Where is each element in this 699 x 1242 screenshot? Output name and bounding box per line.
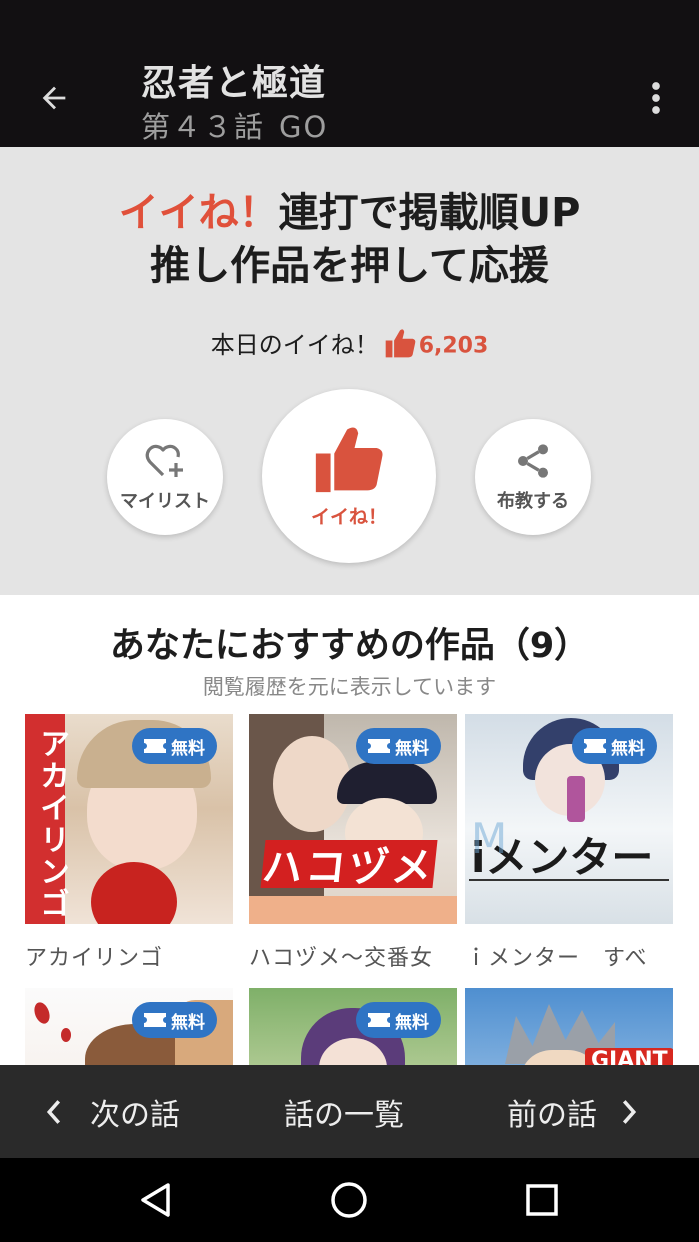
cover-image: アカイリンゴ 無料 (25, 714, 233, 924)
recommendation-card[interactable]: iメンター M 無料 ｉメンター すべ (465, 714, 673, 972)
episode-list-label: 話の一覧 (284, 1097, 404, 1133)
free-badge: 無料 (132, 728, 217, 764)
episode-number: 第４３話 (141, 110, 266, 144)
badge-label: 無料 (611, 738, 645, 759)
free-badge: 無料 (356, 728, 441, 764)
today-like-count: 6,203 (418, 333, 489, 359)
episode-navigation: 次の話 話の一覧 前の話 (0, 1065, 699, 1158)
card-title: ハコヅメ〜交番女 (249, 946, 434, 971)
back-button[interactable] (30, 74, 78, 122)
system-navigation-bar (0, 1158, 699, 1242)
badge-label: 無料 (171, 1012, 205, 1033)
ticket-icon (584, 739, 606, 753)
free-badge: 無料 (356, 1002, 441, 1038)
episode-subtitle: 第４３話 GO (141, 104, 328, 146)
like-headline: イイね！連打で掲載順UP 推し作品を押して応援 (0, 187, 699, 293)
like-panel: イイね！連打で掲載順UP 推し作品を押して応援 本日のイイね！ 6,203 マイリ… (0, 147, 699, 595)
episode-list-button[interactable]: 話の一覧 (284, 1065, 404, 1158)
circle-home-icon (331, 1182, 367, 1218)
status-bar (0, 0, 699, 24)
mylist-button[interactable]: マイリスト (107, 419, 223, 535)
badge-label: 無料 (395, 1012, 429, 1033)
headline-line2: 推し作品を押して応援 (150, 243, 549, 289)
like-button[interactable]: イイね！ (262, 389, 436, 563)
more-options-button[interactable] (632, 74, 680, 122)
headline-rest: 連打で掲載順UP (278, 190, 581, 236)
heart-plus-icon (145, 444, 183, 477)
cover-text: ハコヅメ (260, 840, 438, 891)
prev-episode-label: 前の話 (507, 1097, 597, 1133)
recommendation-card[interactable]: ハコヅメ 無料 ハコヅメ〜交番女 (249, 714, 457, 972)
recommendations-section: あなたにおすすめの作品（9） 閲覧履歴を元に表示しています アカイリンゴ 無料 … (0, 595, 699, 1198)
ticket-icon (144, 1013, 166, 1027)
triangle-back-icon (141, 1183, 170, 1217)
system-home-button[interactable] (323, 1174, 375, 1226)
ticket-icon (144, 739, 166, 753)
system-back-button[interactable] (130, 1174, 182, 1226)
arrow-left-icon (42, 86, 66, 110)
card-title: ｉメンター すべ (465, 946, 648, 971)
system-recents-button[interactable] (516, 1174, 568, 1226)
more-vert-icon (652, 82, 660, 114)
subtitle-extra: GO (279, 110, 329, 144)
prev-episode-button[interactable]: 前の話 (507, 1065, 639, 1158)
free-badge: 無料 (132, 1002, 217, 1038)
chevron-left-icon (46, 1099, 61, 1124)
chevron-right-icon (622, 1099, 637, 1124)
today-likes: 本日のイイね！ 6,203 (0, 325, 699, 365)
thumbs-up-icon (383, 327, 417, 365)
thumbs-up-icon (315, 426, 383, 492)
badge-label: 無料 (395, 738, 429, 759)
card-title: アカイリンゴ (25, 946, 164, 971)
badge-label: 無料 (171, 738, 205, 759)
share-button[interactable]: 布教する (475, 419, 591, 535)
next-episode-button[interactable]: 次の話 (44, 1065, 180, 1158)
square-recents-icon (526, 1184, 558, 1216)
page-title: 忍者と極道 (141, 63, 327, 104)
headline-accent: イイね！ (118, 190, 279, 236)
share-icon (518, 444, 548, 478)
mylist-label: マイリスト (120, 491, 210, 512)
app-bar: 忍者と極道 第４３話 GO (0, 24, 699, 147)
cover-image: iメンター M 無料 (465, 714, 673, 924)
recommendation-card[interactable]: アカイリンゴ 無料 アカイリンゴ (25, 714, 233, 972)
free-badge: 無料 (572, 728, 657, 764)
share-label: 布教する (497, 491, 569, 512)
cover-image: ハコヅメ 無料 (249, 714, 457, 924)
today-label: 本日のイイね！ (210, 331, 379, 359)
recommendations-subtitle: 閲覧履歴を元に表示しています (202, 675, 497, 699)
ticket-icon (368, 1013, 390, 1027)
ticket-icon (368, 739, 390, 753)
like-label: イイね！ (310, 505, 387, 528)
next-episode-label: 次の話 (90, 1097, 180, 1133)
recommendations-title: あなたにおすすめの作品（9） (109, 626, 590, 666)
cover-text: アカイリンゴ (34, 728, 69, 920)
